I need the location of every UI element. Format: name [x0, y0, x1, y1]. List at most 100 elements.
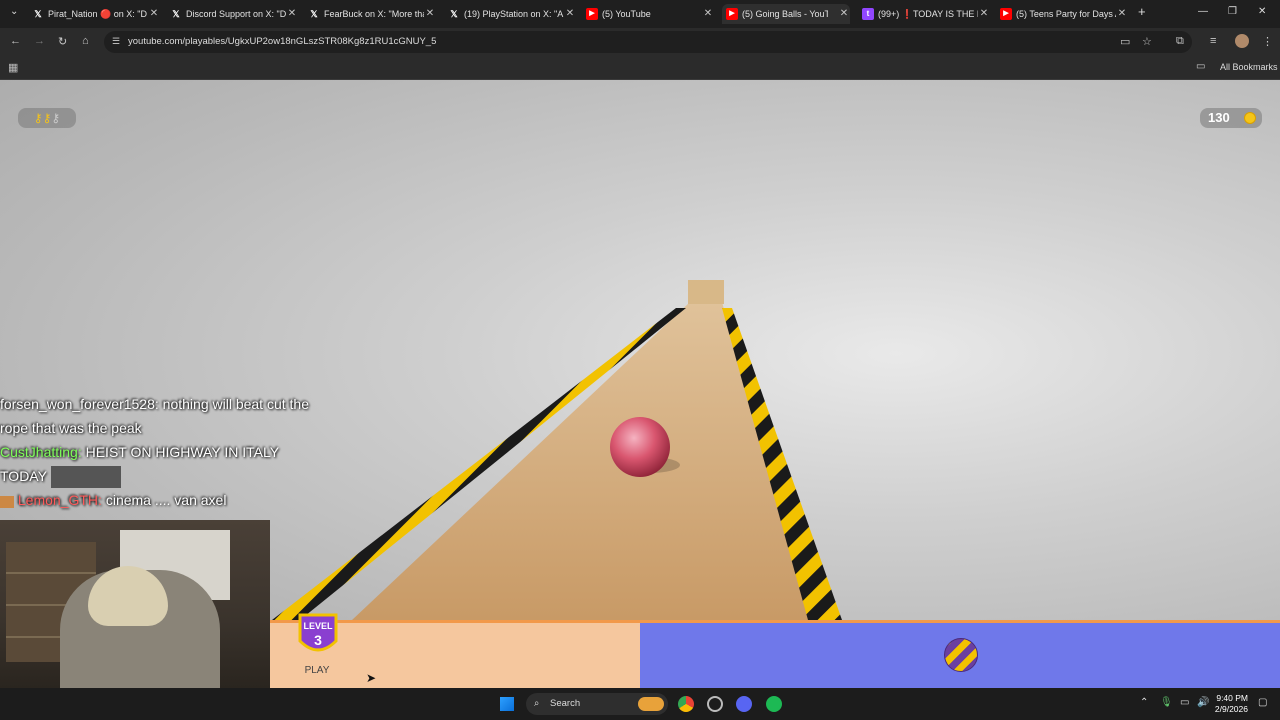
- game-viewport[interactable]: ⚷⚷⚷ 130 forsen_won_forever1528: nothing …: [0, 80, 1280, 688]
- bookmark-star-icon[interactable]: ☆: [1142, 35, 1152, 48]
- browser-tab-active[interactable]: ▶ (5) Going Balls - YouT ✕: [722, 4, 850, 24]
- level-badge[interactable]: LEVEL 3: [296, 611, 340, 661]
- windows-taskbar: ⌕ Search ⌃ 🎙 ▭ 🔊 9:40 PM 2/9/2026 ▢: [0, 688, 1280, 720]
- close-tab-icon[interactable]: ✕: [702, 4, 714, 24]
- close-tab-icon[interactable]: ✕: [564, 4, 576, 24]
- tab-title: (99+) ❗TODAY IS THE D: [878, 9, 978, 19]
- x-icon: 𝕏: [310, 9, 318, 19]
- profile-avatar[interactable]: [1235, 34, 1249, 48]
- tab-title: Pirat_Nation 🔴 on X: "D: [48, 9, 147, 19]
- game-bottom-bar: LEVEL 3 PLAY ➤: [270, 613, 1280, 688]
- ball-shop-panel[interactable]: [640, 620, 1280, 688]
- clock[interactable]: 9:40 PM 2/9/2026: [1215, 693, 1248, 715]
- folder-icon: ▭: [1196, 61, 1206, 72]
- tab-title: FearBuck on X: "More tha: [324, 9, 424, 19]
- chat-badge-icon: [0, 495, 14, 508]
- notifications-icon[interactable]: ▢: [1258, 697, 1267, 708]
- play-button[interactable]: PLAY: [292, 665, 342, 676]
- microphone-icon[interactable]: 🎙: [1160, 697, 1173, 708]
- forward-icon[interactable]: →: [34, 35, 45, 47]
- spotify-icon[interactable]: [766, 696, 782, 712]
- chat-text: cinema .... van axel: [101, 492, 227, 509]
- x-icon: 𝕏: [450, 9, 458, 19]
- x-icon: 𝕏: [172, 9, 180, 19]
- site-info-icon[interactable]: ☰: [112, 36, 120, 47]
- extensions-icon[interactable]: ⧉: [1176, 35, 1184, 48]
- youtube-icon: ▶: [586, 8, 598, 20]
- chat-username: CustJhatting:: [0, 444, 82, 460]
- settings-app-icon[interactable]: [707, 696, 723, 712]
- volume-icon[interactable]: 🔊: [1197, 697, 1209, 708]
- tab-title: (5) YouTube: [602, 9, 651, 19]
- browser-tab[interactable]: t (99+) ❗TODAY IS THE D ✕: [862, 4, 990, 24]
- distant-gate: [688, 280, 724, 304]
- tab-title: (5) Teens Party for Days A: [1016, 9, 1116, 19]
- coin-icon: [1244, 112, 1256, 124]
- chat-username: forsen_won_forever1528:: [0, 396, 159, 412]
- chat-message: forsen_won_forever1528: nothing will bea…: [0, 392, 320, 440]
- minimize-icon[interactable]: —: [1198, 6, 1208, 17]
- reload-icon[interactable]: ↻: [58, 35, 67, 48]
- youtube-icon: ▶: [1000, 8, 1012, 20]
- taskbar-search[interactable]: ⌕ Search: [526, 693, 668, 715]
- restore-icon[interactable]: ❐: [1228, 6, 1237, 17]
- webcam-overlay: [0, 520, 270, 688]
- cast-icon[interactable]: ▭: [1120, 35, 1130, 48]
- player-ball: [610, 417, 670, 477]
- windows-start-icon[interactable]: [500, 697, 514, 711]
- discord-icon[interactable]: [736, 696, 752, 712]
- search-highlight-icon: [638, 697, 664, 711]
- network-icon[interactable]: ▭: [1180, 697, 1189, 708]
- home-icon[interactable]: ⌂: [82, 35, 89, 47]
- search-icon: ⌕: [534, 698, 540, 709]
- level-label: LEVEL: [303, 621, 333, 631]
- tab-title: (5) Going Balls - YouT: [742, 9, 828, 19]
- mouse-cursor-icon: ➤: [366, 671, 377, 685]
- x-icon: 𝕏: [34, 9, 42, 19]
- close-tab-icon[interactable]: ✕: [148, 4, 160, 24]
- search-label: Search: [550, 698, 581, 709]
- bookmarks-bar: ▦ ▭ All Bookmarks: [0, 56, 1280, 80]
- chat-emote-image: [50, 466, 121, 489]
- twitch-icon: t: [862, 8, 874, 20]
- apps-grid-icon[interactable]: ▦: [8, 61, 18, 74]
- tray-overflow-icon[interactable]: ⌃: [1140, 697, 1148, 708]
- browser-tab[interactable]: 𝕏 Discord Support on X: "D ✕: [170, 4, 298, 24]
- chat-message: Lemon_GTH: cinema .... van axel: [0, 488, 320, 512]
- tab-title: Discord Support on X: "D: [186, 9, 286, 19]
- omnibox[interactable]: ☰ youtube.com/playables/UgkxUP2ow18nGLsz…: [104, 31, 1192, 53]
- browser-tab[interactable]: 𝕏 Pirat_Nation 🔴 on X: "D ✕: [32, 4, 160, 24]
- chrome-icon[interactable]: [678, 696, 694, 712]
- coin-counter: 130: [1200, 108, 1262, 128]
- clock-date: 2/9/2026: [1214, 704, 1248, 714]
- tab-title: (19) PlayStation on X: "A: [464, 9, 564, 19]
- back-icon[interactable]: ←: [10, 35, 21, 47]
- url-text[interactable]: youtube.com/playables/UgkxUP2ow18nGLszST…: [128, 36, 436, 47]
- key-icon-empty: ⚷: [51, 111, 61, 125]
- youtube-icon: ▶: [726, 8, 738, 20]
- browser-tab-strip: ⌄ 𝕏 Pirat_Nation 🔴 on X: "D ✕ 𝕏 Discord …: [0, 0, 1280, 28]
- key-icon: ⚷: [33, 111, 43, 125]
- close-tab-icon[interactable]: ✕: [424, 4, 436, 24]
- close-tab-icon[interactable]: ✕: [286, 4, 298, 24]
- browser-tab[interactable]: 𝕏 (19) PlayStation on X: "A ✕: [448, 4, 576, 24]
- close-tab-icon[interactable]: ✕: [838, 4, 850, 24]
- stream-chat-overlay: forsen_won_forever1528: nothing will bea…: [0, 392, 320, 512]
- chat-message: CustJhatting: HEIST ON HIGHWAY IN ITALY …: [0, 440, 320, 489]
- address-bar-row: ← → ↻ ⌂ ☰ youtube.com/playables/UgkxUP2o…: [0, 28, 1280, 56]
- all-bookmarks-link[interactable]: All Bookmarks: [1220, 62, 1278, 72]
- media-controls-icon[interactable]: ≡: [1210, 35, 1216, 47]
- menu-kebab-icon[interactable]: ⋮: [1262, 35, 1273, 48]
- browser-tab[interactable]: ▶ (5) Teens Party for Days A ✕: [1000, 4, 1128, 24]
- browser-tab[interactable]: ▶ (5) YouTube ✕: [586, 4, 714, 24]
- new-tab-button[interactable]: +: [1138, 4, 1146, 19]
- close-tab-icon[interactable]: ✕: [978, 4, 990, 24]
- tab-search-icon[interactable]: ⌄: [10, 6, 18, 17]
- chat-username: Lemon_GTH:: [17, 492, 102, 509]
- browser-tab[interactable]: 𝕏 FearBuck on X: "More tha ✕: [308, 4, 436, 24]
- close-tab-icon[interactable]: ✕: [1116, 4, 1128, 24]
- play-panel[interactable]: LEVEL 3 PLAY ➤: [270, 613, 640, 688]
- close-window-icon[interactable]: ✕: [1258, 6, 1266, 17]
- ball-skin-icon[interactable]: [944, 638, 978, 672]
- keys-counter: ⚷⚷⚷: [18, 108, 76, 128]
